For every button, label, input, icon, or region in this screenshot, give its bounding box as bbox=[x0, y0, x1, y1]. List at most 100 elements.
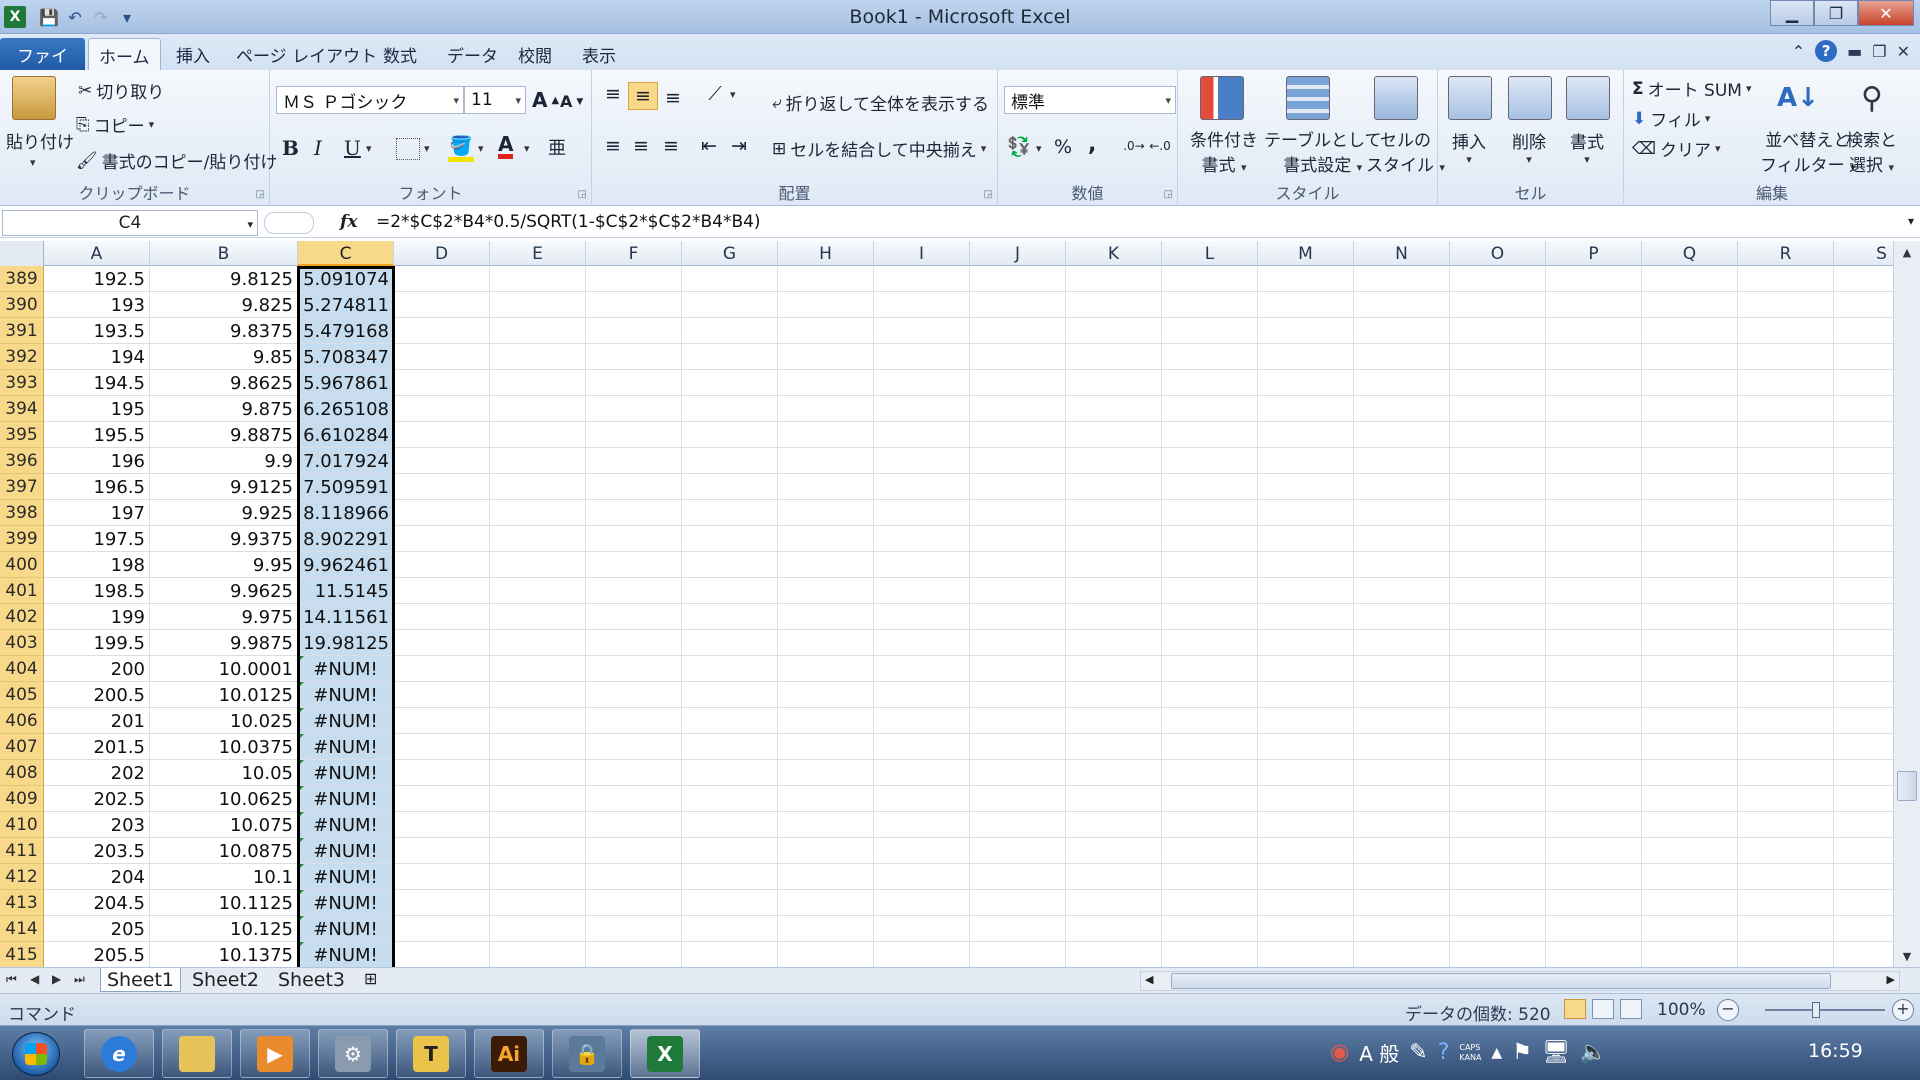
cell-c-395[interactable]: 6.610284 bbox=[298, 422, 394, 448]
empty-column-j[interactable] bbox=[970, 266, 1066, 967]
empty-column-i[interactable] bbox=[874, 266, 970, 967]
font-size-select[interactable]: 11 ▾ bbox=[464, 86, 526, 114]
workbook-restore-icon[interactable]: ❐ bbox=[1872, 42, 1886, 61]
cell-b-412[interactable]: 10.1 bbox=[150, 864, 298, 890]
zoom-slider-thumb[interactable] bbox=[1812, 1002, 1820, 1018]
cell-b-404[interactable]: 10.0001 bbox=[150, 656, 298, 682]
cell-a-399[interactable]: 197.5 bbox=[44, 526, 150, 552]
column-header-r[interactable]: R bbox=[1738, 241, 1834, 266]
binoculars-icon[interactable]: ⚲ bbox=[1850, 76, 1894, 120]
cell-b-408[interactable]: 10.05 bbox=[150, 760, 298, 786]
cell-c-402[interactable]: 14.11561 bbox=[298, 604, 394, 630]
cell-c-391[interactable]: 5.479168 bbox=[298, 318, 394, 344]
cell-a-394[interactable]: 195 bbox=[44, 396, 150, 422]
cell-c-396[interactable]: 7.017924 bbox=[298, 448, 394, 474]
clipboard-launcher-icon[interactable]: ◲ bbox=[256, 189, 265, 200]
clear-button[interactable]: ⌫ クリア ▾ bbox=[1632, 136, 1721, 162]
tab-file[interactable]: ファイル bbox=[0, 38, 85, 92]
cell-c-393[interactable]: 5.967861 bbox=[298, 370, 394, 396]
tab-formulas[interactable]: 数式 bbox=[373, 38, 427, 70]
page-layout-view-icon[interactable] bbox=[1592, 999, 1614, 1019]
column-header-e[interactable]: E bbox=[490, 241, 586, 266]
cell-a-398[interactable]: 197 bbox=[44, 500, 150, 526]
cell-c-398[interactable]: 8.118966 bbox=[298, 500, 394, 526]
column-header-f[interactable]: F bbox=[586, 241, 682, 266]
column-header-g[interactable]: G bbox=[682, 241, 778, 266]
empty-column-s[interactable] bbox=[1834, 266, 1893, 967]
row-header[interactable]: 393 bbox=[0, 370, 44, 396]
sheet-tab-sheet1[interactable]: Sheet1 bbox=[100, 968, 182, 992]
cell-b-407[interactable]: 10.0375 bbox=[150, 734, 298, 760]
empty-column-r[interactable] bbox=[1738, 266, 1834, 967]
cell-c-389[interactable]: 5.091074 bbox=[298, 266, 394, 292]
fill-color-dropdown-icon[interactable]: ▾ bbox=[478, 142, 484, 155]
help-tray-icon[interactable]: ? bbox=[1438, 1040, 1450, 1065]
format-painter-button[interactable]: 🖌 書式のコピー/貼り付け bbox=[76, 148, 277, 174]
underline-dropdown-icon[interactable]: ▾ bbox=[366, 142, 372, 155]
paste-button[interactable]: 貼り付け bbox=[6, 128, 74, 153]
row-header[interactable]: 394 bbox=[0, 396, 44, 422]
italic-button[interactable]: I bbox=[314, 136, 322, 160]
tab-data[interactable]: データ bbox=[437, 38, 508, 70]
cell-b-414[interactable]: 10.125 bbox=[150, 916, 298, 942]
row-header[interactable]: 403 bbox=[0, 630, 44, 656]
wrap-text-button[interactable]: ⤶ 折り返して全体を表示する bbox=[772, 90, 989, 116]
row-header[interactable]: 413 bbox=[0, 890, 44, 916]
tab-page-layout[interactable]: ページ レイアウト bbox=[226, 38, 387, 70]
cell-c-403[interactable]: 19.98125 bbox=[298, 630, 394, 656]
format-as-table-icon[interactable] bbox=[1286, 76, 1330, 120]
worksheet-grid[interactable]: ABCDEFGHIJKLMNOPQRS 389 192.5 9.8125 5.0910… bbox=[0, 241, 1893, 967]
cell-a-393[interactable]: 194.5 bbox=[44, 370, 150, 396]
cell-styles-button[interactable]: セルの スタイル ▾ bbox=[1366, 126, 1445, 176]
row-header[interactable]: 389 bbox=[0, 266, 44, 292]
row-header[interactable]: 402 bbox=[0, 604, 44, 630]
cell-a-390[interactable]: 193 bbox=[44, 292, 150, 318]
cell-b-409[interactable]: 10.0625 bbox=[150, 786, 298, 812]
cell-b-406[interactable]: 10.025 bbox=[150, 708, 298, 734]
empty-column-n[interactable] bbox=[1354, 266, 1450, 967]
copy-button[interactable]: ⎘ コピー ▾ bbox=[76, 112, 154, 138]
row-header[interactable]: 411 bbox=[0, 838, 44, 864]
taskbar-settings-app[interactable]: ⚙ bbox=[318, 1029, 388, 1078]
column-header-j[interactable]: J bbox=[970, 241, 1066, 266]
cell-a-403[interactable]: 199.5 bbox=[44, 630, 150, 656]
tab-insert[interactable]: 挿入 bbox=[166, 38, 220, 70]
ime-tools-icon[interactable]: ✎ bbox=[1409, 1040, 1427, 1065]
cell-c-413[interactable]: #NUM! bbox=[298, 890, 394, 916]
row-header[interactable]: 409 bbox=[0, 786, 44, 812]
close-button[interactable]: ✕ bbox=[1858, 0, 1914, 26]
cell-b-396[interactable]: 9.9 bbox=[150, 448, 298, 474]
scroll-left-icon[interactable]: ◀ bbox=[1145, 973, 1153, 986]
cell-a-406[interactable]: 201 bbox=[44, 708, 150, 734]
cell-c-408[interactable]: #NUM! bbox=[298, 760, 394, 786]
cell-a-400[interactable]: 198 bbox=[44, 552, 150, 578]
prev-sheet-icon[interactable]: ◀ bbox=[30, 972, 39, 986]
format-as-table-button[interactable]: テーブルとして 書式設定 ▾ bbox=[1264, 126, 1381, 176]
start-button[interactable] bbox=[12, 1032, 60, 1076]
cell-a-391[interactable]: 193.5 bbox=[44, 318, 150, 344]
cell-b-392[interactable]: 9.85 bbox=[150, 344, 298, 370]
cell-b-413[interactable]: 10.1125 bbox=[150, 890, 298, 916]
empty-column-m[interactable] bbox=[1258, 266, 1354, 967]
cell-b-400[interactable]: 9.95 bbox=[150, 552, 298, 578]
cell-c-409[interactable]: #NUM! bbox=[298, 786, 394, 812]
taskbar-clock[interactable]: 16:59 bbox=[1808, 1040, 1863, 1062]
currency-icon[interactable]: 💱 bbox=[1006, 134, 1032, 158]
cell-b-394[interactable]: 9.875 bbox=[150, 396, 298, 422]
horizontal-scroll-thumb[interactable] bbox=[1171, 973, 1831, 989]
cell-c-405[interactable]: #NUM! bbox=[298, 682, 394, 708]
cell-a-392[interactable]: 194 bbox=[44, 344, 150, 370]
cell-a-407[interactable]: 201.5 bbox=[44, 734, 150, 760]
column-header-s[interactable]: S bbox=[1834, 241, 1893, 266]
cell-b-390[interactable]: 9.825 bbox=[150, 292, 298, 318]
cell-b-391[interactable]: 9.8375 bbox=[150, 318, 298, 344]
cell-a-397[interactable]: 196.5 bbox=[44, 474, 150, 500]
empty-column-f[interactable] bbox=[586, 266, 682, 967]
align-top-icon[interactable]: ≡ bbox=[600, 82, 626, 106]
empty-column-g[interactable] bbox=[682, 266, 778, 967]
sort-filter-icon[interactable]: A↓ bbox=[1776, 76, 1820, 120]
fill-color-icon[interactable]: 🪣 bbox=[448, 134, 474, 162]
tab-view[interactable]: 表示 bbox=[572, 38, 626, 70]
align-bottom-icon[interactable]: ≡ bbox=[660, 86, 686, 110]
empty-column-l[interactable] bbox=[1162, 266, 1258, 967]
